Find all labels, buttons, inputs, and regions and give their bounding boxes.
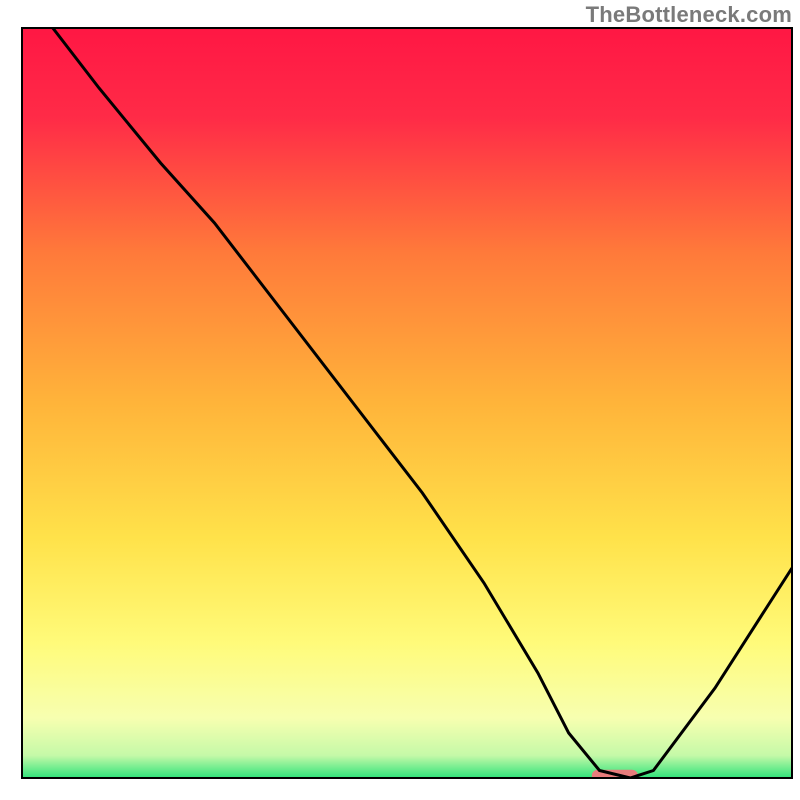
watermark-text: TheBottleneck.com bbox=[586, 2, 792, 28]
gradient-background bbox=[22, 28, 792, 778]
bottleneck-chart: TheBottleneck.com bbox=[0, 0, 800, 800]
chart-svg bbox=[0, 0, 800, 800]
